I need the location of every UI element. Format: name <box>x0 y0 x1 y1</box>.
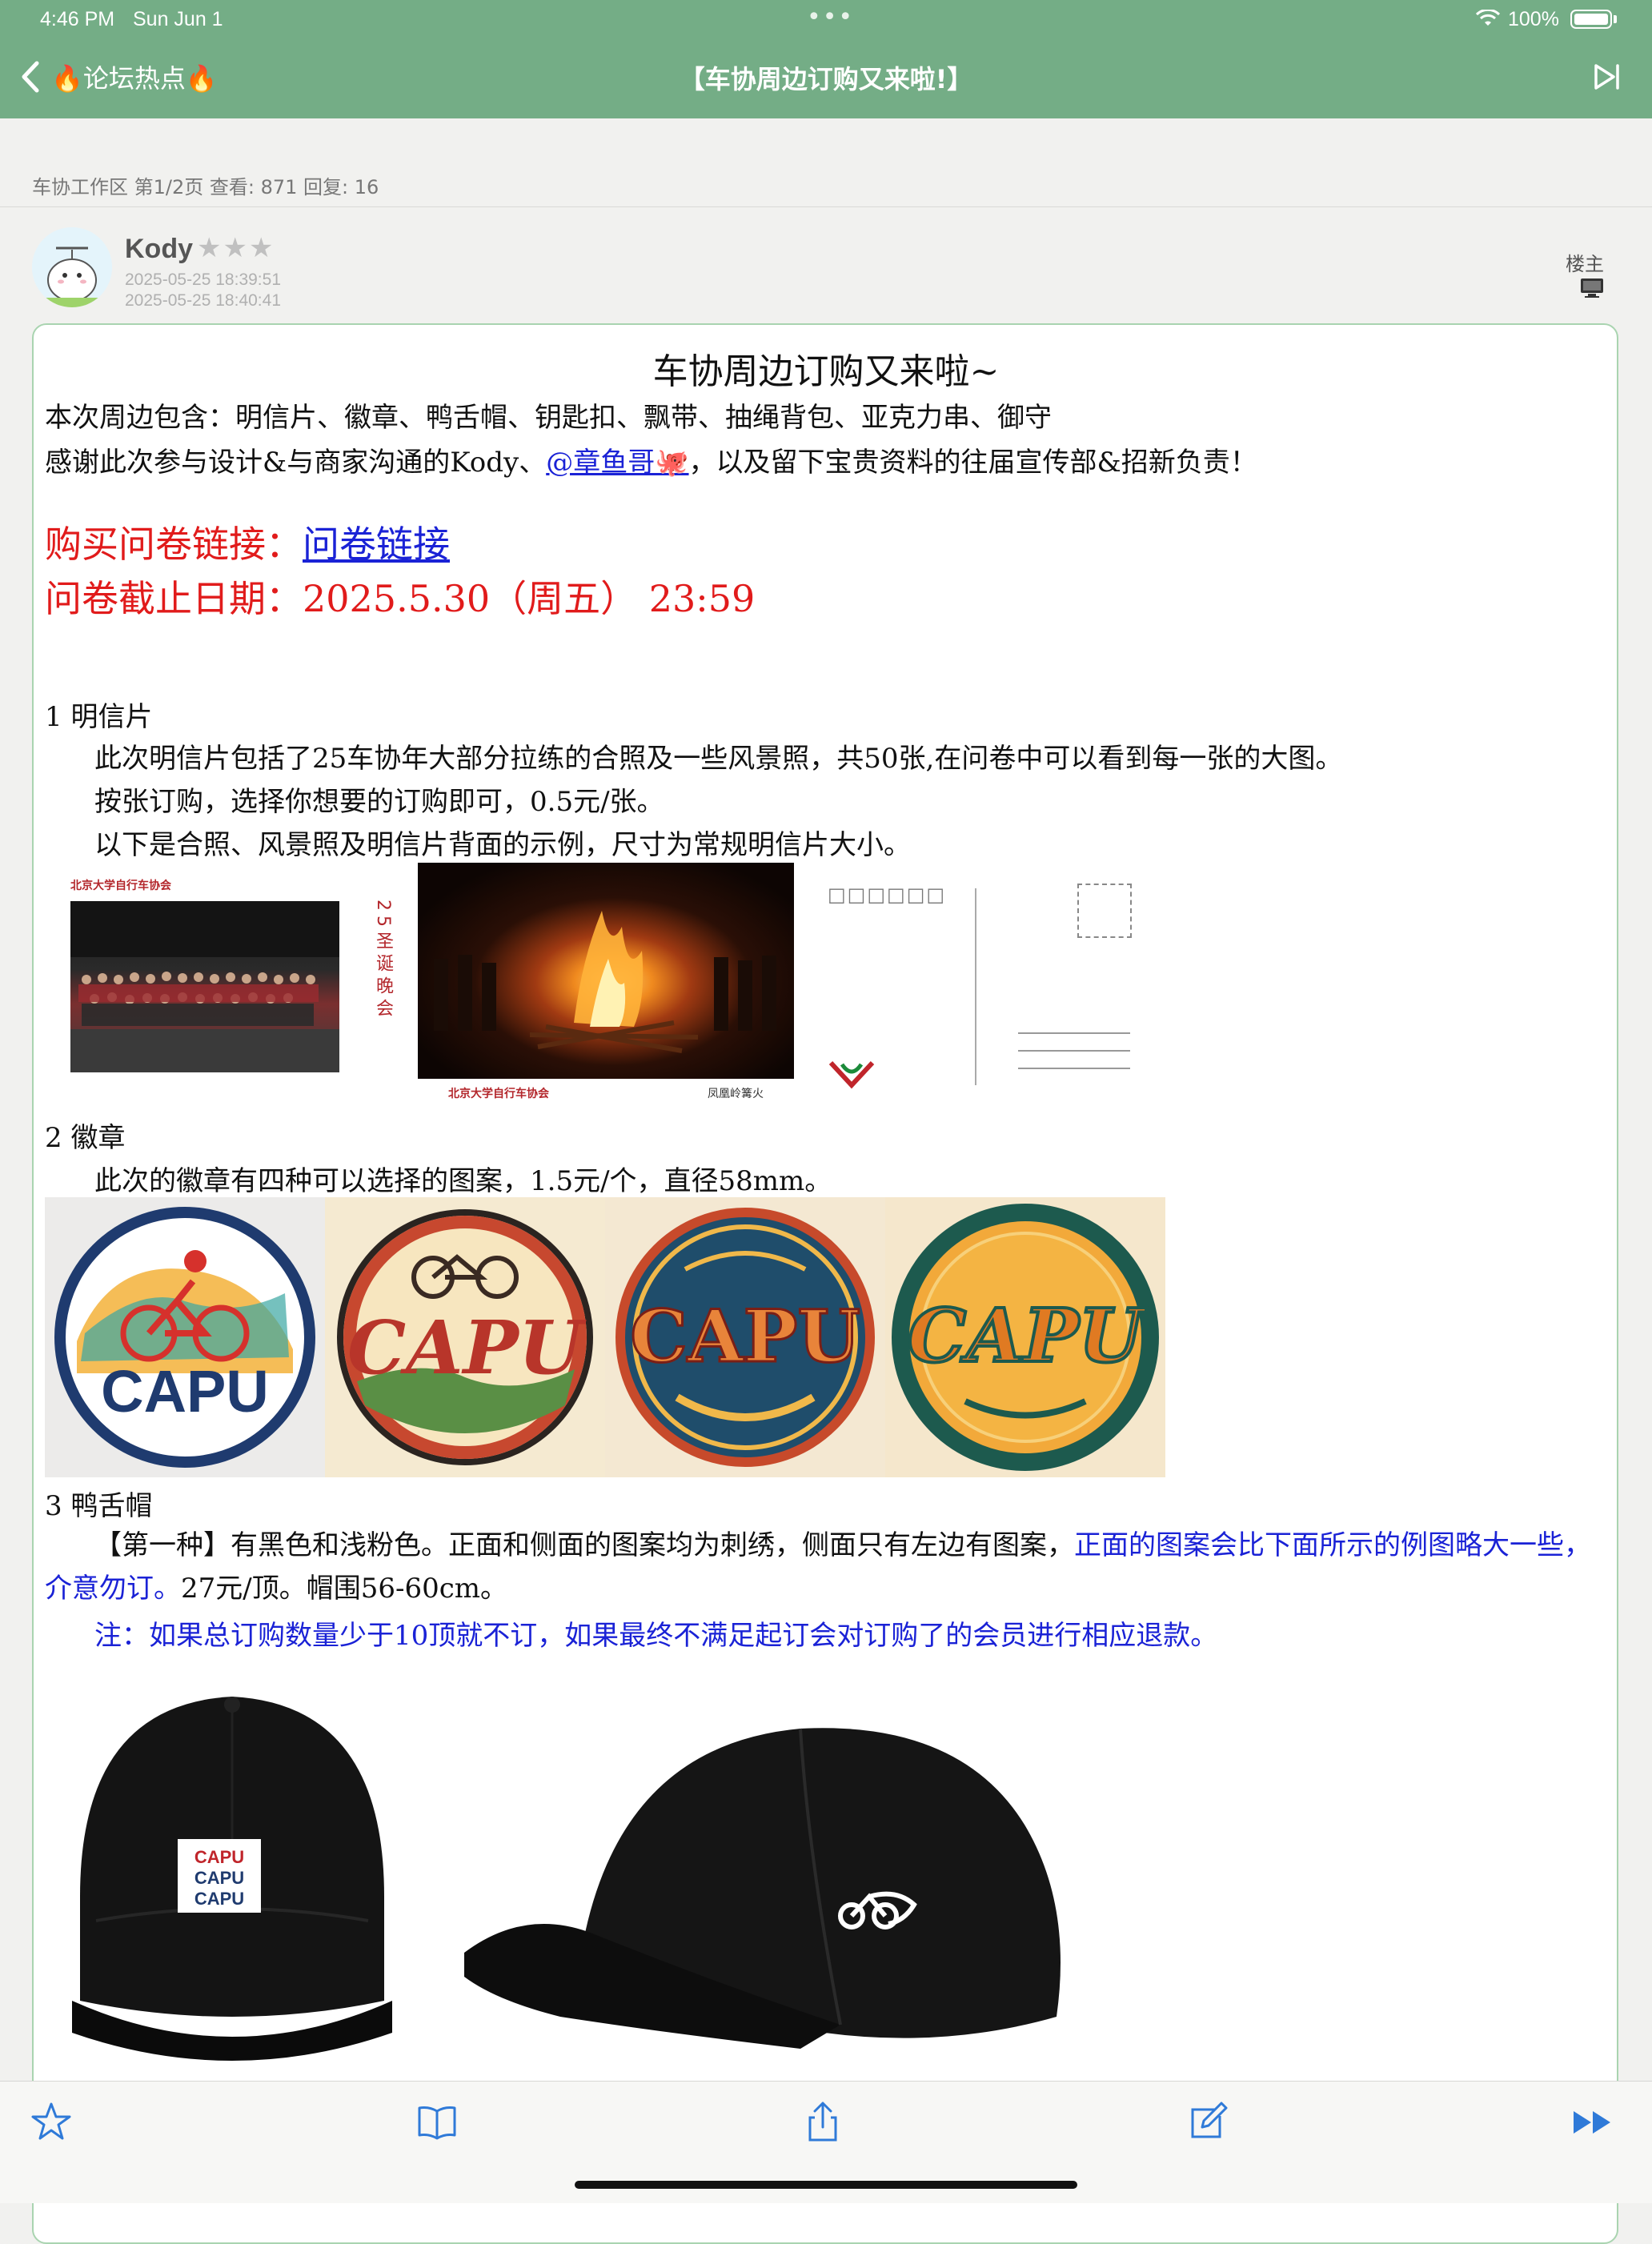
cap-side-image[interactable] <box>464 1697 1145 2089</box>
cap-desc: 【第一种】有黑色和浅粉色。正面和侧面的图案均为刺绣，侧面只有左边有图案，正面的图… <box>45 1524 1606 1610</box>
cap-patch-line-1: CAPU <box>194 1847 244 1867</box>
edit-time: 2025-05-25 18:40:41 <box>125 291 281 310</box>
badge-option-2[interactable]: CAPU <box>325 1197 605 1477</box>
badge-option-3[interactable]: CAPU <box>605 1197 885 1477</box>
badge-desc: 此次的徽章有四种可以选择的图案，1.5元/个，直径58mm。 <box>94 1165 832 1197</box>
desktop-device-icon <box>1581 278 1603 298</box>
edit-icon[interactable] <box>1185 2100 1229 2145</box>
address-line <box>1018 1032 1130 1034</box>
multitasking-dots-icon[interactable]: ••• <box>807 3 854 31</box>
section-title-caps: 3 鸭舌帽 <box>45 1490 153 1522</box>
floor-label: 楼主 <box>1566 253 1604 275</box>
deadline-text: 问卷截止日期：2025.5.30（周五） 23:59 <box>45 577 756 620</box>
battery-tip <box>1614 15 1617 23</box>
postcard-divider <box>975 888 976 1085</box>
buy-link-line: 购买问卷链接：问卷链接 <box>45 515 450 568</box>
intro-thanks-a: 感谢此次参与设计&与商家沟通的Kody、 <box>45 447 547 479</box>
bonfire-photo <box>418 863 794 1079</box>
badge-option-4[interactable]: CAPU <box>885 1197 1165 1477</box>
badge-images: CAPU CAPU CAPU CAPU <box>45 1197 1165 1477</box>
postcode-boxes: □□□□□□ <box>828 884 947 906</box>
share-icon[interactable] <box>800 2100 845 2145</box>
status-date: Sun Jun 1 <box>133 8 223 30</box>
cap-order-note: 注：如果总订购数量少于10顶就不订，如果最终不满足起订会对订购了的会员进行相应退… <box>94 1620 1218 1652</box>
address-line <box>1018 1050 1130 1052</box>
badge-option-1[interactable]: CAPU <box>45 1197 325 1477</box>
questionnaire-link[interactable]: 问卷链接 <box>303 523 450 566</box>
section-title-postcards: 1 明信片 <box>45 701 153 733</box>
author-name[interactable]: Kody <box>125 234 193 265</box>
postcard-logo-text: 北京大学自行车协会 <box>70 880 171 892</box>
avatar[interactable] <box>32 227 112 307</box>
stamp-box <box>1077 884 1132 938</box>
address-line <box>1018 1068 1130 1069</box>
home-indicator[interactable] <box>575 2181 1077 2189</box>
cap-desc-a: 【第一种】有黑色和浅粉色。正面和侧面的图案均为刺绣，侧面只有左边有图案， <box>94 1529 1074 1561</box>
book-icon[interactable] <box>415 2100 459 2145</box>
association-logo-icon <box>828 1060 875 1089</box>
divider <box>0 206 1652 207</box>
postcard-2-caption: 凤凰岭篝火 <box>708 1088 764 1100</box>
badge-3-text: CAPU <box>630 1294 860 1379</box>
breadcrumb: 车协工作区 第1/2页 查看: 871 回复: 16 <box>32 176 379 198</box>
star-icon[interactable] <box>29 2100 74 2145</box>
fast-forward-icon[interactable] <box>1570 2100 1615 2145</box>
post-time: 2025-05-25 18:39:51 <box>125 270 281 289</box>
user-mention-link[interactable]: @章鱼哥🐙 <box>546 447 688 479</box>
buy-link-prefix: 购买问卷链接： <box>45 523 303 566</box>
intro-thanks-b: ，以及留下宝贵资料的往届宣传部&招新负责！ <box>688 447 1257 479</box>
badge-4-text: CAPU <box>908 1292 1147 1379</box>
postcard-desc-1: 此次明信片包括了25车协年大部分拉练的合照及一些风景照，共50张,在问卷中可以看… <box>94 743 1343 775</box>
cap-front-image[interactable]: CAPU CAPU CAPU <box>64 1657 400 2089</box>
intro-thanks: 感谢此次参与设计&与商家沟通的Kody、@章鱼哥🐙，以及留下宝贵资料的往届宣传部… <box>45 440 1257 479</box>
postcard-2-logo: 北京大学自行车协会 <box>448 1088 549 1100</box>
battery-icon <box>1570 10 1612 29</box>
battery-percentage: 100% <box>1508 8 1559 30</box>
postcard-desc-3: 以下是合照、风景照及明信片背面的示例，尺寸为常规明信片大小。 <box>94 829 911 861</box>
cap-desc-price: 27元/顶。帽围56-60cm。 <box>181 1573 508 1605</box>
intro-items: 本次周边包含：明信片、徽章、鸭舌帽、钥匙扣、飘带、抽绳背包、亚克力串、御守 <box>45 402 1052 434</box>
wifi-icon <box>1476 10 1500 26</box>
postcard-vertical-title: 25圣诞晚会 <box>373 900 393 1021</box>
status-time: 4:46 PM <box>40 8 115 30</box>
cap-patch-line-3: CAPU <box>194 1889 244 1909</box>
badge-1-text: CAPU <box>101 1358 269 1425</box>
section-title-badges: 2 徽章 <box>45 1122 126 1154</box>
author-rank-stars: ★★★ <box>197 232 275 264</box>
badge-2-text: CAPU <box>347 1304 587 1391</box>
post-heading: 车协周边订购又来啦~ <box>652 351 1000 392</box>
page-title: 【车协周边订购又来啦!】 <box>679 64 973 94</box>
postcard-desc-2: 按张订购，选择你想要的订购即可，0.5元/张。 <box>94 786 664 818</box>
skip-to-end-icon[interactable] <box>1593 62 1622 91</box>
cap-patch-line-2: CAPU <box>194 1868 244 1888</box>
group-photo <box>70 901 339 1072</box>
